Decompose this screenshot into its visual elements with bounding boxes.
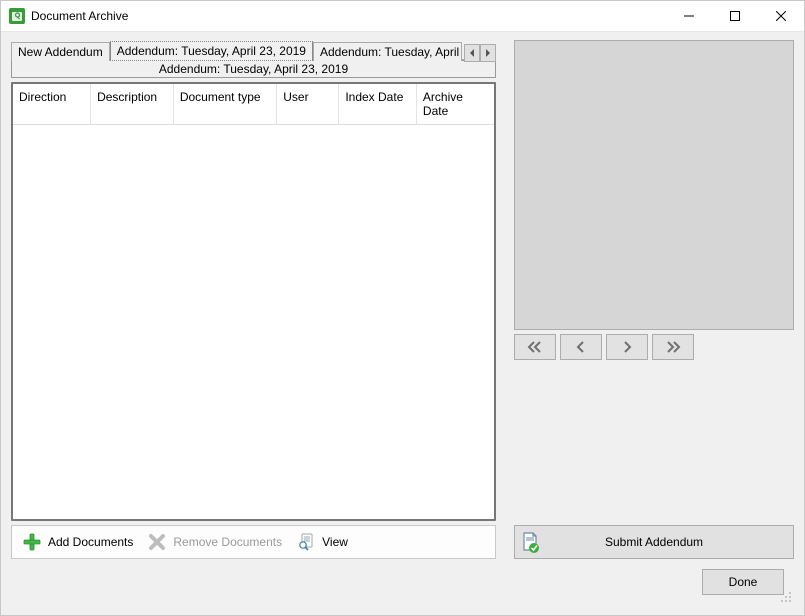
remove-documents-label: Remove Documents bbox=[173, 535, 282, 549]
window: Document Archive New Addendum Addendum: … bbox=[0, 0, 805, 616]
col-direction[interactable]: Direction bbox=[13, 84, 91, 125]
view-label: View bbox=[322, 535, 348, 549]
action-bar: Add Documents Remove Documents bbox=[11, 525, 496, 559]
tab-new-addendum[interactable]: New Addendum bbox=[11, 42, 110, 61]
tab-addendum-1[interactable]: Addendum: Tuesday, April 23, 2019 bbox=[110, 41, 313, 61]
tab-scroll-left-button[interactable] bbox=[464, 44, 480, 62]
tab-addendum-2[interactable]: Addendum: Tuesday, April 23, 20 bbox=[313, 42, 462, 61]
col-archive-date[interactable]: Archive Date bbox=[416, 84, 494, 125]
col-user[interactable]: User bbox=[277, 84, 339, 125]
col-index-date[interactable]: Index Date bbox=[339, 84, 417, 125]
nav-last-button[interactable] bbox=[652, 334, 694, 360]
x-icon bbox=[147, 532, 167, 552]
resize-grip-icon[interactable] bbox=[778, 589, 792, 603]
add-documents-label: Add Documents bbox=[48, 535, 133, 549]
footer: Done bbox=[11, 559, 794, 605]
col-description[interactable]: Description bbox=[91, 84, 174, 125]
titlebar: Document Archive bbox=[1, 1, 804, 31]
minimize-button[interactable] bbox=[666, 1, 712, 31]
col-document-type[interactable]: Document type bbox=[173, 84, 276, 125]
maximize-button[interactable] bbox=[712, 1, 758, 31]
magnifier-document-icon bbox=[296, 532, 316, 552]
documents-table[interactable]: Direction Description Document type User… bbox=[11, 82, 496, 521]
submit-addendum-button[interactable]: Submit Addendum bbox=[514, 525, 794, 559]
tab-strip: New Addendum Addendum: Tuesday, April 23… bbox=[11, 40, 496, 60]
preview-nav bbox=[514, 334, 794, 360]
document-check-icon bbox=[515, 530, 545, 554]
tab-scroll-right-button[interactable] bbox=[480, 44, 496, 62]
nav-first-button[interactable] bbox=[514, 334, 556, 360]
add-documents-button[interactable]: Add Documents bbox=[16, 528, 139, 556]
app-icon bbox=[9, 8, 25, 24]
nav-next-button[interactable] bbox=[606, 334, 648, 360]
plus-icon bbox=[22, 532, 42, 552]
window-controls bbox=[666, 1, 804, 31]
preview-pane bbox=[514, 40, 794, 330]
client-area: New Addendum Addendum: Tuesday, April 23… bbox=[1, 31, 804, 615]
done-button[interactable]: Done bbox=[702, 569, 784, 595]
nav-prev-button[interactable] bbox=[560, 334, 602, 360]
tab-content-header: Addendum: Tuesday, April 23, 2019 bbox=[11, 60, 496, 78]
remove-documents-button[interactable]: Remove Documents bbox=[141, 528, 288, 556]
view-button[interactable]: View bbox=[290, 528, 354, 556]
window-title: Document Archive bbox=[31, 9, 666, 23]
close-button[interactable] bbox=[758, 1, 804, 31]
submit-addendum-label: Submit Addendum bbox=[545, 535, 793, 549]
